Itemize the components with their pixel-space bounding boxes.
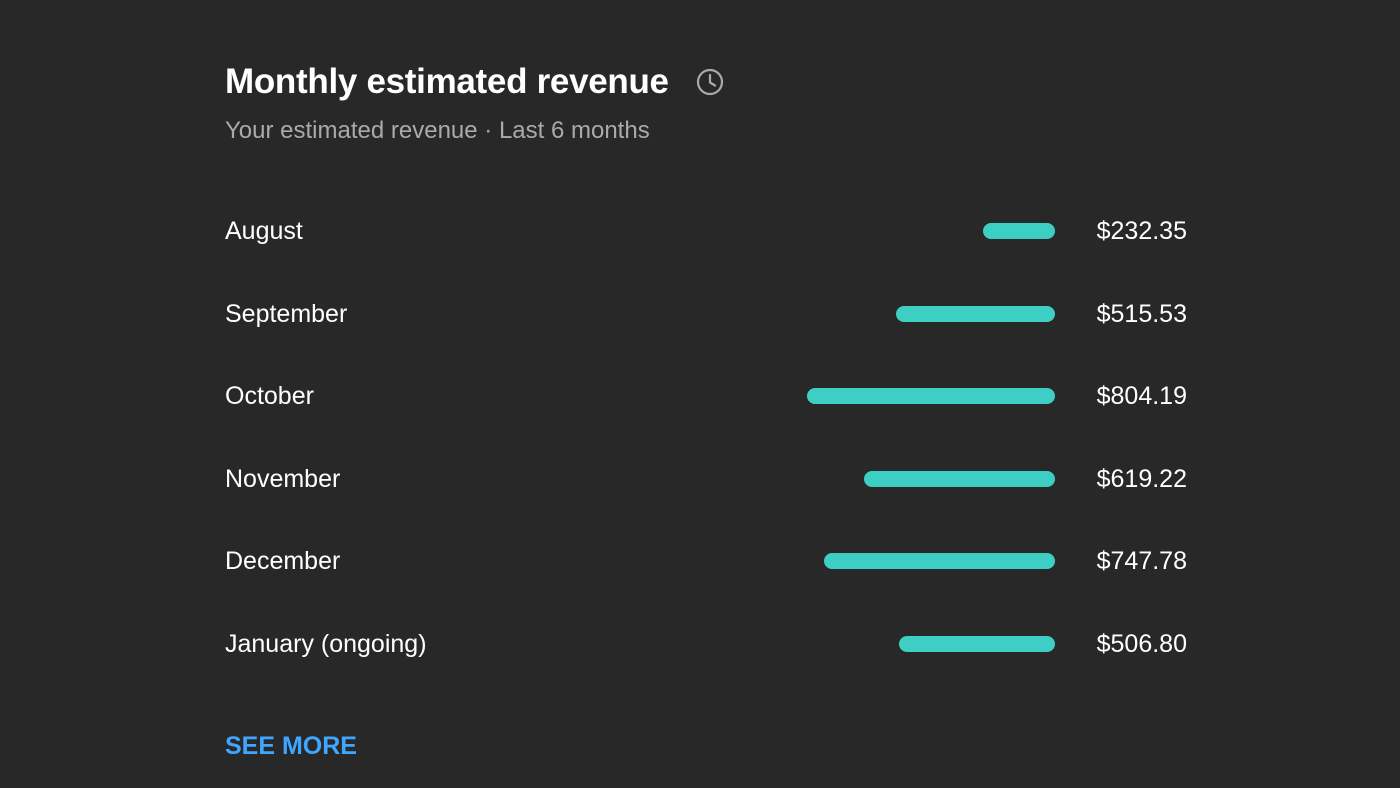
revenue-row: October $804.19 [225, 376, 1187, 416]
card-header: Monthly estimated revenue [225, 62, 725, 102]
revenue-row: December $747.78 [225, 541, 1187, 581]
see-more-link[interactable]: SEE MORE [225, 732, 357, 761]
revenue-row: September $515.53 [225, 294, 1187, 334]
revenue-row: January (ongoing) $506.80 [225, 624, 1187, 664]
month-label: October [225, 382, 314, 410]
revenue-amount: $506.80 [1096, 629, 1187, 658]
revenue-amount: $232.35 [1096, 217, 1187, 245]
revenue-row: November $619.22 [225, 459, 1187, 499]
revenue-amount: $804.19 [1096, 382, 1187, 410]
revenue-amount: $515.53 [1096, 299, 1187, 328]
month-label: January (ongoing) [225, 629, 427, 658]
revenue-amount: $619.22 [1096, 464, 1187, 493]
month-label: August [225, 217, 303, 245]
revenue-bar [864, 470, 1055, 487]
card-title: Monthly estimated revenue [225, 62, 669, 101]
revenue-bar [899, 635, 1055, 652]
revenue-bar [896, 305, 1055, 322]
revenue-bar [824, 553, 1055, 569]
clock-icon[interactable] [695, 67, 725, 97]
revenue-bar [983, 223, 1055, 239]
monthly-revenue-card: Monthly estimated revenue Your estimated… [225, 0, 1187, 788]
month-label: September [225, 299, 348, 328]
card-subtitle: Your estimated revenue · Last 6 months [225, 117, 650, 144]
month-label: December [225, 547, 341, 575]
revenue-amount: $747.78 [1096, 547, 1187, 575]
revenue-bar [807, 388, 1055, 404]
revenue-row: August $232.35 [225, 211, 1187, 251]
month-label: November [225, 464, 341, 493]
